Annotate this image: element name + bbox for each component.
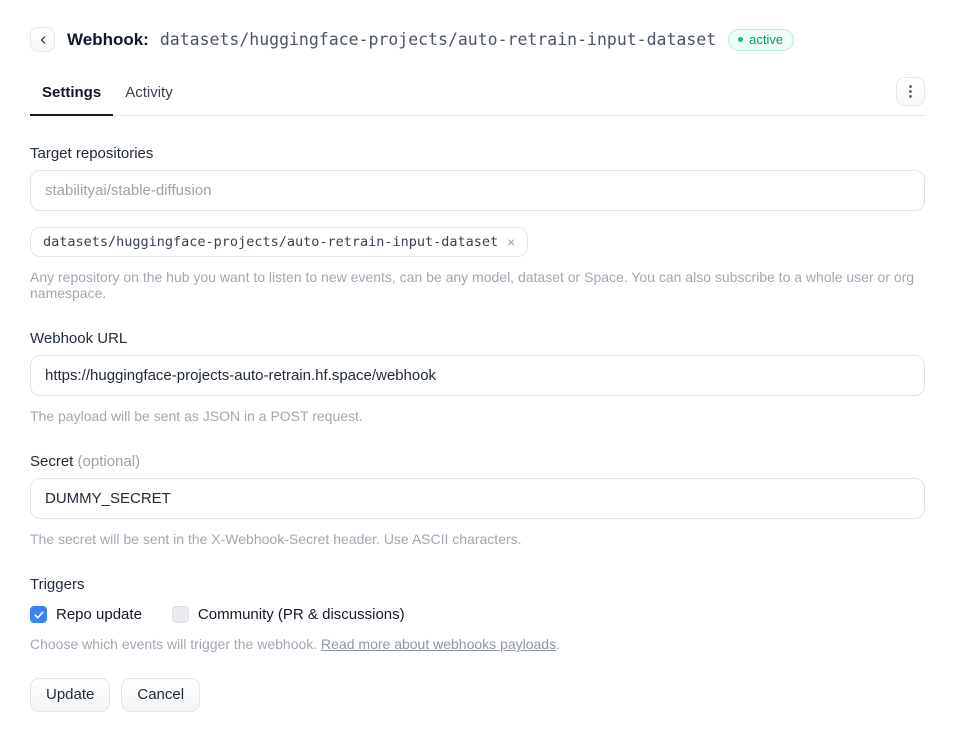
cancel-button[interactable]: Cancel: [121, 678, 200, 712]
webhook-repo-name: datasets/huggingface-projects/auto-retra…: [160, 30, 716, 49]
form-actions: Update Cancel: [30, 678, 925, 712]
community-checkbox[interactable]: [172, 606, 189, 623]
secret-help: The secret will be sent in the X-Webhook…: [30, 531, 925, 547]
secret-optional-text: (optional): [78, 453, 141, 470]
repo-chip-label: datasets/huggingface-projects/auto-retra…: [43, 234, 498, 250]
triggers-help-prefix: Choose which events will trigger the web…: [30, 636, 321, 652]
status-badge: active: [728, 29, 794, 51]
target-repositories-input[interactable]: [30, 170, 925, 211]
webhook-url-help: The payload will be sent as JSON in a PO…: [30, 408, 925, 424]
secret-input[interactable]: [30, 478, 925, 519]
webhooks-payloads-link[interactable]: Read more about webhooks payloads: [321, 636, 556, 652]
target-repositories-label: Target repositories: [30, 145, 925, 162]
triggers-label: Triggers: [30, 576, 925, 593]
webhook-title-prefix: Webhook:: [67, 30, 149, 50]
checkmark-icon: [33, 609, 45, 621]
secret-label-text: Secret: [30, 453, 73, 470]
repo-chip: datasets/huggingface-projects/auto-retra…: [30, 227, 528, 257]
secret-group: Secret (optional) The secret will be sen…: [30, 453, 925, 547]
tabs: Settings Activity: [30, 74, 185, 115]
webhook-settings-page: Webhook: datasets/huggingface-projects/a…: [0, 0, 964, 712]
chevron-left-icon: [37, 34, 49, 46]
tab-settings[interactable]: Settings: [30, 74, 113, 116]
webhook-url-label: Webhook URL: [30, 330, 925, 347]
back-button[interactable]: [30, 27, 55, 52]
target-repositories-help: Any repository on the hub you want to li…: [30, 269, 925, 301]
webhook-url-input[interactable]: [30, 355, 925, 396]
page-title: Webhook: datasets/huggingface-projects/a…: [67, 30, 716, 50]
update-button[interactable]: Update: [30, 678, 110, 712]
webhook-url-group: Webhook URL The payload will be sent as …: [30, 330, 925, 424]
page-header: Webhook: datasets/huggingface-projects/a…: [30, 27, 925, 52]
repo-update-label: Repo update: [56, 606, 142, 623]
status-badge-label: active: [749, 32, 783, 47]
trigger-option-repo-update[interactable]: Repo update: [30, 606, 142, 623]
triggers-group: Triggers Repo update Community (PR & dis…: [30, 576, 925, 652]
triggers-options: Repo update Community (PR & discussions): [30, 606, 925, 623]
secret-label: Secret (optional): [30, 453, 925, 470]
tab-activity[interactable]: Activity: [113, 74, 185, 116]
trigger-option-community[interactable]: Community (PR & discussions): [172, 606, 405, 623]
chip-remove-button[interactable]: ×: [507, 235, 515, 249]
triggers-help-suffix: .: [556, 636, 560, 652]
community-label: Community (PR & discussions): [198, 606, 405, 623]
webhook-form: Target repositories datasets/huggingface…: [30, 145, 925, 712]
repo-update-checkbox[interactable]: [30, 606, 47, 623]
tab-bar: Settings Activity ⋮: [30, 74, 925, 116]
target-repositories-group: Target repositories datasets/huggingface…: [30, 145, 925, 301]
triggers-help: Choose which events will trigger the web…: [30, 636, 925, 652]
status-dot-icon: [738, 37, 743, 42]
kebab-menu-button[interactable]: ⋮: [896, 77, 925, 106]
